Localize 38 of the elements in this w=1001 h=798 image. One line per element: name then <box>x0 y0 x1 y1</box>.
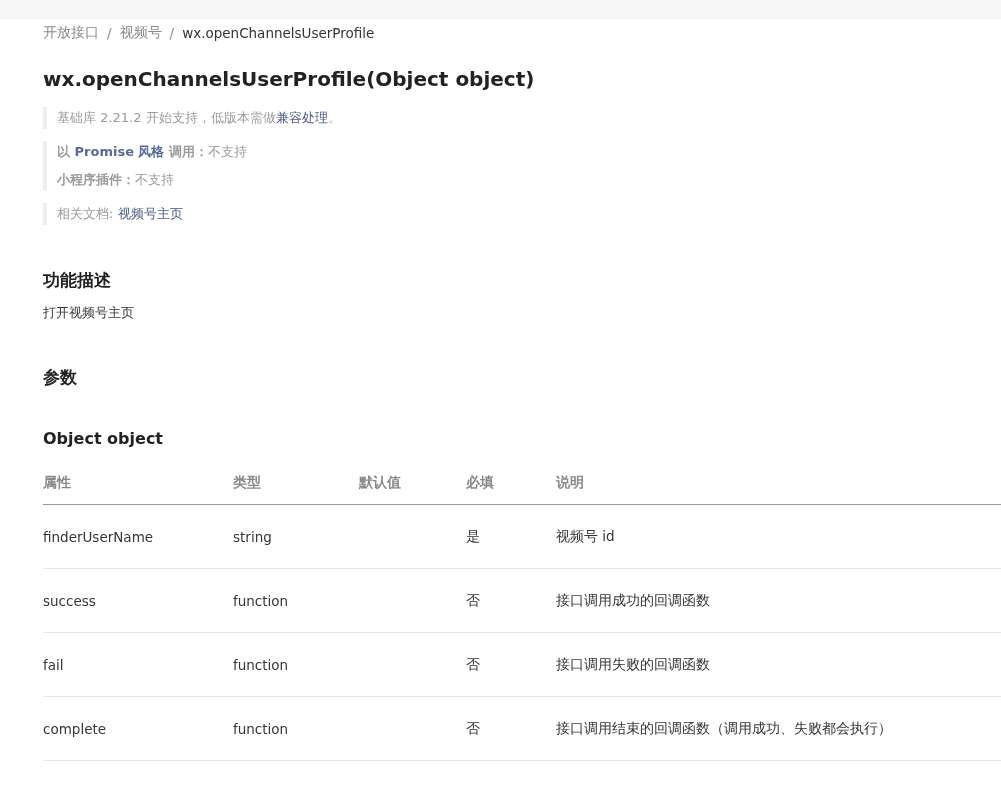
table-cell: finderUserName <box>43 504 233 569</box>
table-cell: 接口调用结束的回调函数（调用成功、失败都会执行） <box>556 696 1001 761</box>
table-cell: 否 <box>466 568 556 633</box>
section-heading: 功能描述 <box>43 269 112 292</box>
doc-link[interactable]: 视频号主页 <box>117 206 183 221</box>
breadcrumb-link[interactable]: 开放接口 <box>43 24 99 42</box>
section-heading: 参数 <box>43 366 78 389</box>
table-cell: function <box>233 632 359 697</box>
subsection-heading: Object object <box>43 429 164 448</box>
breadcrumb-separator: / <box>107 25 112 41</box>
table-cell: 否 <box>466 696 556 761</box>
description-text: 打开视频号主页 <box>43 304 135 322</box>
doc-link[interactable]: 兼容处理 <box>275 110 328 125</box>
table-cell: success <box>43 568 233 633</box>
note-text: 以 Promise 风格 调用：不支持 <box>57 143 248 161</box>
note-text: 小程序插件：不支持 <box>57 171 175 189</box>
table-cell: function <box>233 696 359 761</box>
column-header: 默认值 <box>359 474 466 505</box>
breadcrumb-separator: / <box>169 25 175 41</box>
breadcrumb-link[interactable]: wx.openChannelsUserProfile <box>182 25 375 41</box>
table-cell: complete <box>43 696 233 761</box>
table-cell: 接口调用失败的回调函数 <box>556 632 1001 697</box>
note-text: 基础库 2.21.2 开始支持，低版本需做兼容处理。 <box>57 109 342 127</box>
breadcrumb-link[interactable]: 视频号 <box>119 24 162 42</box>
doc-link[interactable]: Promise 风格 <box>74 144 165 159</box>
table-cell: function <box>233 568 359 633</box>
column-header: 说明 <box>556 474 1001 505</box>
page-title: wx.openChannelsUserProfile(Object object) <box>43 67 536 91</box>
column-header: 必填 <box>466 474 556 505</box>
table-cell: 接口调用成功的回调函数 <box>556 568 1001 633</box>
note-text: 相关文档: 视频号主页 <box>57 205 184 223</box>
table-cell: 视频号 id <box>556 504 1001 569</box>
table-cell: fail <box>43 632 233 697</box>
column-header: 类型 <box>233 474 359 505</box>
column-header: 属性 <box>43 474 233 505</box>
table-cell: 是 <box>466 504 556 569</box>
table-cell: 否 <box>466 632 556 697</box>
table-cell: string <box>233 504 359 569</box>
